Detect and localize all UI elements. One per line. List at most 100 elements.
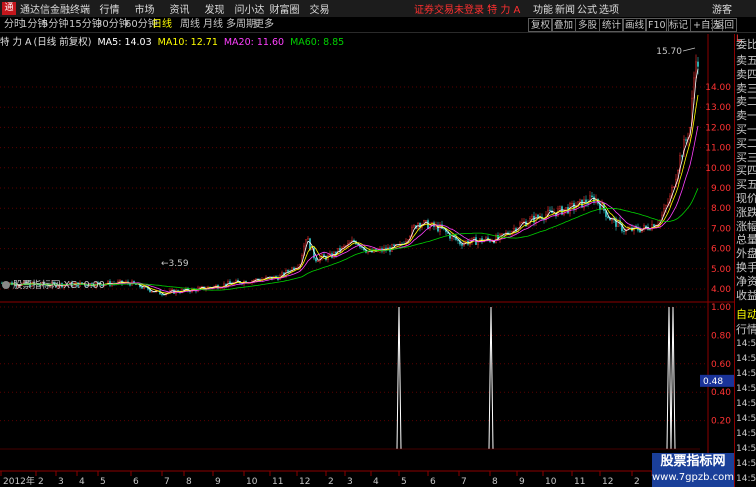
candle-body [199, 287, 201, 289]
x-axis-label: 5 [100, 477, 106, 487]
indicator-current-value: 0.48 [703, 377, 723, 387]
price-tick-label: 12.00 [705, 123, 731, 133]
right-menu-item[interactable]: 功能 [532, 1, 554, 16]
x-axis-label: 12 [299, 477, 310, 487]
menu-item[interactable]: 发现 [197, 1, 232, 16]
toolbar-button[interactable]: 画线 [622, 18, 648, 32]
tick-time: 自动 [736, 308, 756, 321]
price-tick-label: 7.00 [711, 224, 731, 234]
min-price-label: ←3.59 [161, 259, 189, 269]
candle-body [571, 203, 573, 205]
candle-body [685, 139, 687, 141]
menu-item[interactable]: 市场 [127, 1, 162, 16]
price-tick-label: 9.00 [711, 184, 731, 194]
quote-field-label: 买二 [736, 136, 756, 150]
candle-body [639, 230, 641, 233]
indicator-tick-label: 0.40 [711, 388, 731, 398]
trade-login-notice[interactable]: 证券交易未登录 特 力 A [414, 1, 520, 16]
main-menu: 行情 市场 资讯 发现 问小达 财富圈 交易 [92, 1, 337, 16]
signal-spike [396, 306, 402, 450]
period-tab[interactable]: 更多 [252, 18, 276, 32]
x-axis-label: 11 [574, 477, 585, 487]
candle-body [461, 243, 463, 246]
candle-body [549, 209, 551, 211]
menu-bar: 通 通达信金融终端 行情 市场 资讯 发现 问小达 财富圈 交易 证券交易未登录 特 力 A… [0, 0, 756, 17]
ma60-line [1, 188, 699, 291]
x-axis-label: 7 [461, 477, 467, 487]
period-tab[interactable]: 日线 [150, 18, 174, 32]
x-axis-label: 5 [401, 477, 407, 487]
candle-body [623, 230, 625, 232]
candle-body [531, 215, 533, 219]
order-ratio-label: 委比 [736, 38, 756, 51]
candle-body [141, 286, 143, 289]
kline-chart[interactable]: 14.00 13.00 12.00 11.00 10.00 9.00 8.00 7.00 6.0… [0, 34, 734, 487]
guest-user[interactable]: 游客 [712, 1, 732, 16]
period-tab[interactable]: 周线 [178, 18, 202, 32]
toolbar-button[interactable]: 多股 [575, 18, 601, 32]
quote-field-label: 卖五 [736, 54, 756, 67]
right-menu-item[interactable]: 公式 [576, 1, 598, 16]
candle-body [681, 155, 683, 157]
candle-body [591, 195, 593, 198]
tick-time: 14:50 [736, 429, 756, 439]
tick-time: 14:50 [736, 444, 756, 454]
toolbar-button[interactable]: 统计 [599, 18, 625, 32]
candle-body [521, 222, 523, 224]
candle-body [307, 238, 309, 240]
period-tab[interactable]: 月线 [201, 18, 225, 32]
menu-item[interactable]: 财富圈 [267, 1, 302, 16]
candle-body [537, 214, 539, 218]
watermark-title: 股票指标网 [660, 454, 726, 469]
toolbar-button[interactable]: 返回 [712, 18, 738, 32]
price-tick-label: 11.00 [705, 144, 731, 154]
menu-item[interactable]: 行情 [92, 1, 127, 16]
menu-item[interactable]: 资讯 [162, 1, 197, 16]
x-axis-label: 8 [492, 477, 498, 487]
candle-body [229, 281, 231, 284]
candle-body [579, 199, 581, 202]
ma5-line [1, 68, 699, 296]
quote-field-label: 换手 [736, 261, 756, 274]
candle-body [219, 287, 221, 289]
menu-item[interactable]: 问小达 [232, 1, 267, 16]
tick-time: 14:50 [736, 474, 756, 484]
indicator-title: 股票指标网 XG: 0.00 [2, 277, 105, 291]
x-axis-label: 10 [246, 477, 258, 487]
signal-spike [488, 306, 494, 450]
x-axis-label: 2 [634, 477, 640, 487]
x-axis-label: 2 [328, 477, 334, 487]
tick-time: 14:50 [736, 339, 756, 349]
max-price-pointer [682, 47, 696, 52]
price-tick-label: 13.00 [705, 103, 731, 113]
candle-body [593, 196, 595, 203]
candle-body [559, 206, 561, 210]
period-tab[interactable]: 5分钟 [40, 18, 70, 32]
x-axis-label: 3 [58, 477, 64, 487]
toolbar-button[interactable]: 叠加 [551, 18, 577, 32]
right-menu: 功能 新闻 公式 选项 [532, 1, 620, 16]
candle-body [215, 285, 217, 287]
right-menu-item[interactable]: 选项 [598, 1, 620, 16]
toolbar-button[interactable]: 复权 [528, 18, 554, 32]
quote-field-label: 买四 [736, 164, 756, 178]
eye-icon[interactable] [2, 281, 10, 289]
candle-body [425, 220, 427, 222]
x-axis-label: 11 [272, 477, 283, 487]
right-menu-item[interactable]: 新闻 [554, 1, 576, 16]
candle-body [413, 225, 415, 228]
x-axis-label: 4 [373, 477, 379, 487]
quote-side-panel: L 委比 卖五 卖四 卖三 卖二 卖一 买一 买二 买三 买四 买五 现价 涨跌 涨幅 总量 外盘 换手 净资 收益自… [734, 34, 756, 487]
candle-body [317, 260, 319, 262]
quote-field-label: 现价 [736, 192, 756, 205]
tick-time: 14:50 [736, 384, 756, 394]
candle-body [535, 214, 537, 223]
toolbar-button[interactable]: 标记 [666, 18, 692, 32]
x-axis-label: 7 [164, 477, 170, 487]
candle-body [587, 203, 589, 205]
signal-spike [666, 306, 672, 450]
candle-body [565, 207, 567, 210]
menu-item[interactable]: 交易 [302, 1, 337, 16]
signal-spike [670, 306, 676, 450]
quote-field-label: 买三 [736, 150, 756, 164]
